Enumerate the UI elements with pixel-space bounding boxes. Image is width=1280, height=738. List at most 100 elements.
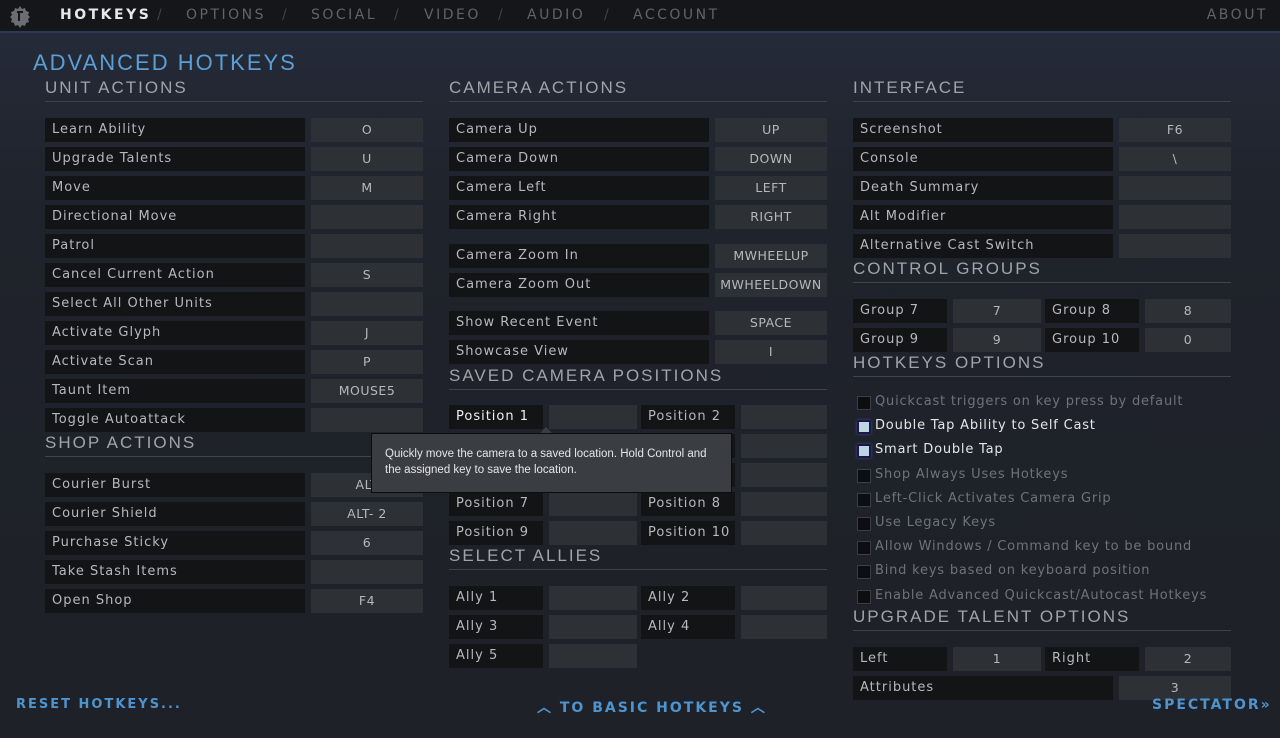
select-allies-header: SELECT ALLIES [449,546,827,570]
control-groups-header: CONTROL GROUPS [853,259,1231,283]
hotkey-binding[interactable] [311,205,423,229]
hotkey-label: Directional Move [45,205,305,229]
hotkey-binding[interactable]: LEFT [715,176,827,200]
checkbox-label[interactable]: Use Legacy Keys [875,515,996,530]
hotkey-label: Learn Ability [45,118,305,142]
checkbox-label[interactable]: Enable Advanced Quickcast/Autocast Hotke… [875,588,1207,603]
hotkey-binding[interactable]: 7 [953,299,1041,323]
hotkey-binding[interactable]: F6 [1119,118,1231,142]
checkbox[interactable] [857,517,871,531]
hotkey-binding[interactable] [741,586,827,610]
hotkey-binding[interactable]: 1 [953,647,1041,671]
hotkey-binding[interactable] [549,615,637,639]
tab-separator: / [282,7,287,23]
hotkey-binding[interactable]: MWHEELDOWN [715,273,827,297]
hotkey-binding[interactable] [311,234,423,258]
hotkey-label: Alt Modifier [853,205,1113,229]
hotkey-binding[interactable]: DOWN [715,147,827,171]
hotkey-binding[interactable] [741,405,827,429]
hotkey-label: Console [853,147,1113,171]
checkbox-label[interactable]: Left-Click Activates Camera Grip [875,491,1111,506]
checkbox-label[interactable]: Allow Windows / Command key to be bound [875,539,1192,554]
hotkey-label: Position 9 [449,521,543,545]
hotkey-binding[interactable]: 6 [311,531,423,555]
hotkey-label: Camera Left [449,176,709,200]
checkbox-label[interactable]: Bind keys based on keyboard position [875,563,1150,578]
hotkey-binding[interactable]: 2 [1145,647,1231,671]
chevron-up-icon: ︿ [750,700,767,716]
hotkey-binding[interactable]: P [311,350,423,374]
hotkey-binding[interactable]: MOUSE5 [311,379,423,403]
hotkey-label: Taunt Item [45,379,305,403]
hotkey-binding[interactable] [741,492,827,516]
hotkey-label: Show Recent Event [449,311,709,335]
tab-options[interactable]: OPTIONS [186,7,266,23]
checkbox[interactable] [857,468,871,483]
hotkey-binding[interactable]: RIGHT [715,205,827,229]
hotkey-label: Toggle Autoattack [45,408,305,432]
hotkey-label: Open Shop [45,589,305,613]
hotkey-binding[interactable] [1119,176,1231,200]
settings-gear-icon[interactable] [8,4,32,28]
tab-account[interactable]: ACCOUNT [633,7,720,23]
hotkey-binding[interactable] [311,292,423,316]
reset-hotkeys-button[interactable]: RESET HOTKEYS... [16,697,182,712]
tab-hotkeys[interactable]: HOTKEYS [60,7,151,23]
checkbox[interactable] [857,541,871,556]
hotkey-binding[interactable] [549,492,637,516]
hotkey-binding[interactable] [549,405,637,429]
hotkey-binding[interactable]: S [311,263,423,287]
hotkey-binding[interactable]: M [311,176,423,200]
hotkey-label: Position 10 [641,521,735,545]
checkbox[interactable] [857,444,871,459]
checkbox[interactable] [857,589,871,604]
checkbox-label[interactable]: Smart Double Tap [875,442,1003,457]
hotkey-binding[interactable]: MWHEELUP [715,244,827,268]
hotkey-binding[interactable] [311,408,423,432]
tab-separator: / [394,7,399,23]
tooltip: Quickly move the camera to a saved locat… [371,433,732,493]
about-tab[interactable]: ABOUT [1207,7,1268,23]
hotkey-binding[interactable] [549,521,637,545]
hotkey-label: Patrol [45,234,305,258]
checkbox[interactable] [857,492,871,507]
hotkey-binding[interactable]: ALT- 2 [311,502,423,526]
hotkey-label: Courier Burst [45,473,305,497]
hotkey-binding[interactable] [549,644,637,668]
tab-separator: / [157,7,162,23]
hotkey-binding[interactable] [741,521,827,545]
hotkey-label: Position 1 [449,405,543,429]
hotkey-binding[interactable]: U [311,147,423,171]
hotkey-binding[interactable] [741,463,827,487]
spectator-button[interactable]: SPECTATOR» [1152,697,1272,713]
hotkey-binding[interactable]: 0 [1145,328,1231,352]
hotkey-binding[interactable]: \ [1119,147,1231,171]
hotkey-binding[interactable]: I [715,340,827,364]
hotkey-label: Camera Right [449,205,709,229]
tab-video[interactable]: VIDEO [424,7,481,23]
hotkey-binding[interactable] [741,434,827,458]
camera-actions-header: CAMERA ACTIONS [449,78,827,102]
hotkey-binding[interactable]: O [311,118,423,142]
hotkey-binding[interactable]: F4 [311,589,423,613]
checkbox-label[interactable]: Shop Always Uses Hotkeys [875,467,1068,482]
hotkey-binding[interactable] [549,586,637,610]
tab-social[interactable]: SOCIAL [311,7,377,23]
hotkey-binding[interactable]: UP [715,118,827,142]
hotkey-binding[interactable]: 8 [1145,299,1231,323]
hotkey-binding[interactable] [1119,234,1231,258]
checkbox-label[interactable]: Double Tap Ability to Self Cast [875,418,1096,433]
interface-header: INTERFACE [853,78,1231,102]
hotkey-binding[interactable] [741,615,827,639]
checkbox[interactable] [857,396,871,410]
hotkey-binding[interactable]: SPACE [715,311,827,335]
checkbox[interactable] [857,420,871,435]
hotkey-binding[interactable] [311,560,423,584]
hotkey-binding[interactable]: 9 [953,328,1041,352]
tab-audio[interactable]: AUDIO [527,7,585,23]
checkbox[interactable] [857,565,871,580]
hotkey-binding[interactable]: J [311,321,423,345]
checkbox-label[interactable]: Quickcast triggers on key press by defau… [875,394,1183,409]
hotkey-binding[interactable] [1119,205,1231,229]
basic-hotkeys-button[interactable]: ︿ TO BASIC HOTKEYS ︿ [537,697,767,717]
